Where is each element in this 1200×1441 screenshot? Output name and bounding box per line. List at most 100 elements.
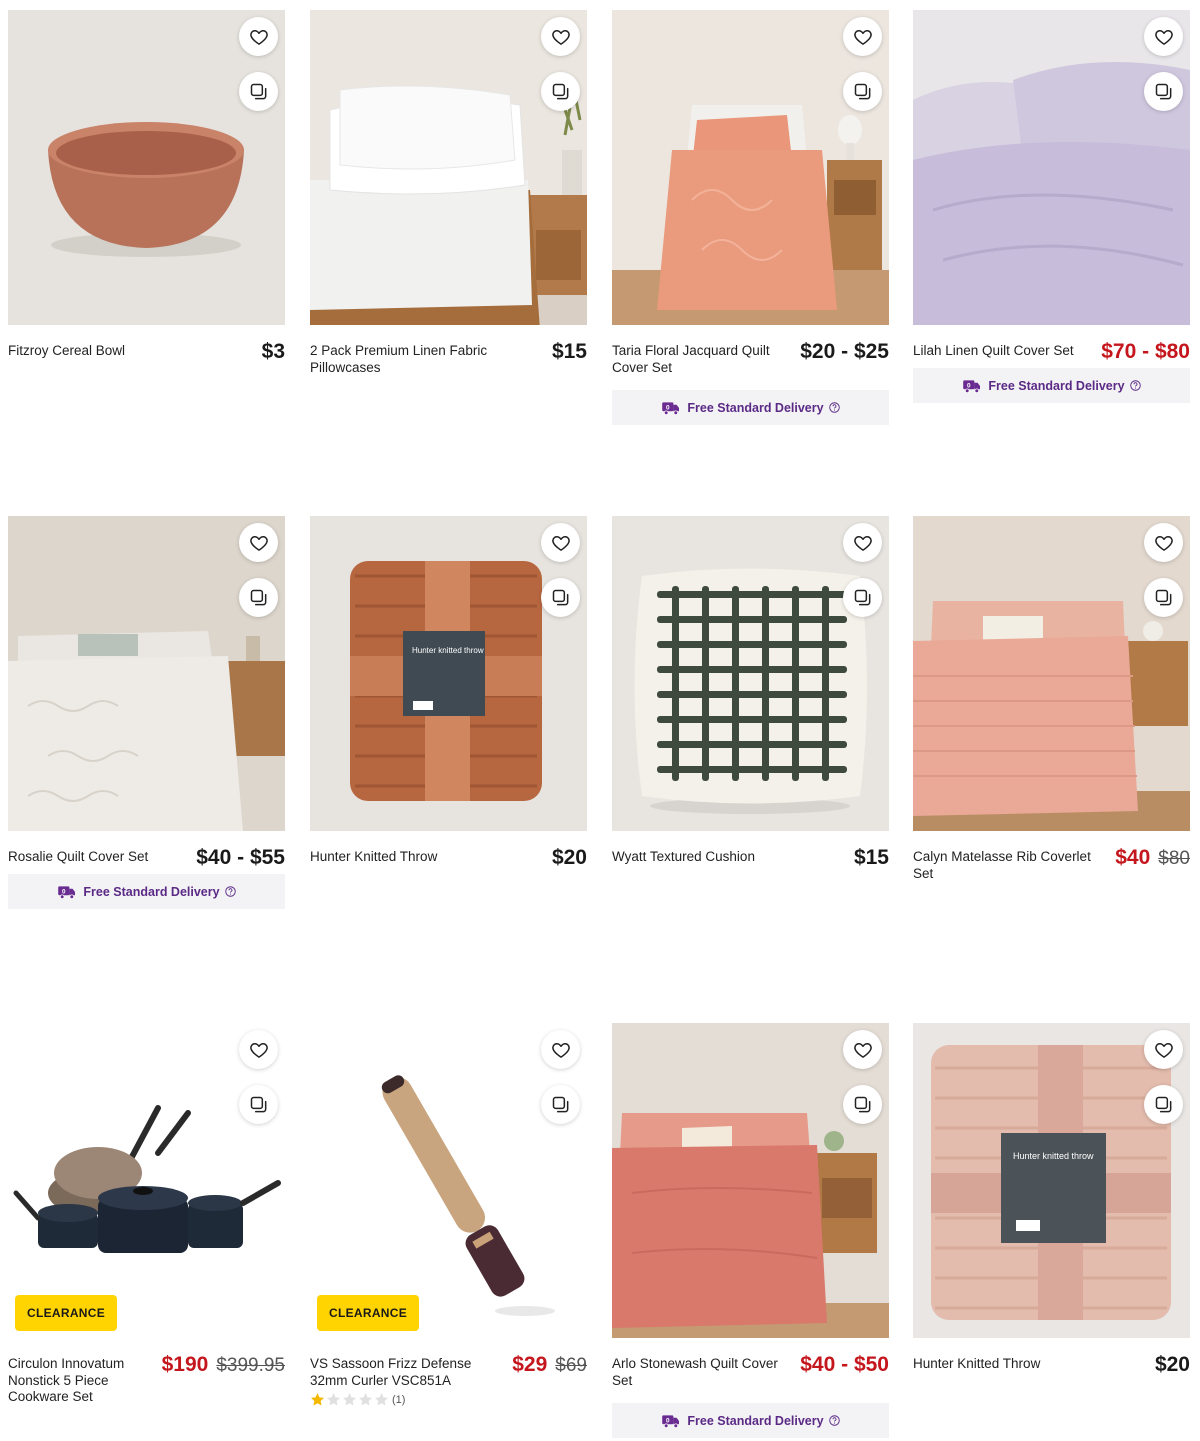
question-circle-icon[interactable] <box>1130 380 1141 391</box>
heart-icon <box>551 1040 571 1060</box>
pack-label: Hunter knitted throw <box>412 646 484 655</box>
product-name[interactable]: Circulon Innovatum Nonstick 5 Piece Cook… <box>8 1354 138 1406</box>
star-icon <box>374 1392 389 1407</box>
compare-button[interactable] <box>541 72 580 111</box>
question-circle-icon[interactable] <box>225 886 236 897</box>
heart-icon <box>1154 1040 1174 1060</box>
truck-icon <box>661 400 681 416</box>
heart-icon <box>551 27 571 47</box>
product-name[interactable]: Calyn Matelasse Rib Coverlet Set <box>913 847 1093 882</box>
wishlist-button[interactable] <box>239 523 278 562</box>
compare-icon <box>551 588 571 608</box>
product-name[interactable]: 2 Pack Premium Linen Fabric Pillowcases <box>310 341 500 376</box>
product-card[interactable]: Hunter knitted throw Hunter Knitted Thro… <box>913 1023 1190 1376</box>
compare-button[interactable] <box>541 578 580 617</box>
compare-button[interactable] <box>239 578 278 617</box>
heart-icon <box>1154 533 1174 553</box>
free-delivery-banner[interactable]: Free Standard Delivery <box>612 1403 889 1438</box>
compare-icon <box>551 1095 571 1115</box>
product-name[interactable]: VS Sassoon Frizz Defense 32mm Curler VSC… <box>310 1354 480 1389</box>
compare-button[interactable] <box>239 1085 278 1124</box>
product-image[interactable] <box>612 10 889 325</box>
product-image[interactable] <box>310 10 587 325</box>
heart-icon <box>853 27 873 47</box>
product-name[interactable]: Rosalie Quilt Cover Set <box>8 847 178 866</box>
compare-button[interactable] <box>1144 578 1183 617</box>
compare-button[interactable] <box>541 1085 580 1124</box>
product-card[interactable]: Rosalie Quilt Cover Set $40 - $55 Free S… <box>8 516 285 909</box>
product-image[interactable]: CLEARANCE <box>310 1023 587 1338</box>
delivery-label: Free Standard Delivery <box>83 884 220 899</box>
product-image[interactable] <box>8 10 285 325</box>
product-price: $20 <box>1154 1353 1190 1376</box>
wishlist-button[interactable] <box>1144 17 1183 56</box>
wishlist-button[interactable] <box>541 523 580 562</box>
question-circle-icon[interactable] <box>829 1415 840 1426</box>
product-name[interactable]: Arlo Stonewash Quilt Cover Set <box>612 1354 782 1389</box>
rating[interactable]: (1) <box>310 1392 587 1407</box>
question-circle-icon[interactable] <box>829 402 840 413</box>
compare-button[interactable] <box>843 578 882 617</box>
product-image[interactable]: Hunter knitted throw <box>913 1023 1190 1338</box>
product-name[interactable]: Hunter Knitted Throw <box>913 1354 1103 1373</box>
wishlist-button[interactable] <box>239 1030 278 1069</box>
product-image[interactable] <box>612 1023 889 1338</box>
product-card[interactable]: Hunter knitted throw Hunter Knitted Thro… <box>310 516 587 869</box>
coverlet-photo <box>913 516 1190 831</box>
product-name[interactable]: Lilah Linen Quilt Cover Set <box>913 341 1083 360</box>
product-card[interactable]: Calyn Matelasse Rib Coverlet Set $40 $80 <box>913 516 1190 882</box>
product-name[interactable]: Wyatt Textured Cushion <box>612 847 802 866</box>
product-card[interactable]: Lilah Linen Quilt Cover Set $70 - $80 Fr… <box>913 10 1190 403</box>
product-price: $70 - $80 <box>1101 340 1190 363</box>
wishlist-button[interactable] <box>541 17 580 56</box>
wishlist-button[interactable] <box>1144 1030 1183 1069</box>
product-image[interactable] <box>913 516 1190 831</box>
wishlist-button[interactable] <box>843 523 882 562</box>
product-image[interactable] <box>612 516 889 831</box>
linen-quilt-photo <box>913 10 1190 325</box>
compare-icon <box>249 1095 269 1115</box>
compare-button[interactable] <box>1144 1085 1183 1124</box>
star-icon <box>342 1392 357 1407</box>
compare-icon <box>853 82 873 102</box>
compare-icon <box>1154 588 1174 608</box>
compare-button[interactable] <box>1144 72 1183 111</box>
compare-icon <box>853 1095 873 1115</box>
free-delivery-banner[interactable]: Free Standard Delivery <box>8 874 285 909</box>
heart-icon <box>249 533 269 553</box>
product-image[interactable] <box>8 516 285 831</box>
clearance-badge: CLEARANCE <box>15 1295 118 1331</box>
product-image[interactable]: CLEARANCE <box>8 1023 285 1338</box>
compare-button[interactable] <box>239 72 278 111</box>
product-card[interactable]: Taria Floral Jacquard Quilt Cover Set $2… <box>612 10 889 425</box>
product-card[interactable]: Arlo Stonewash Quilt Cover Set $40 - $50… <box>612 1023 889 1438</box>
compare-icon <box>249 82 269 102</box>
free-delivery-banner[interactable]: Free Standard Delivery <box>913 368 1190 403</box>
curler-photo <box>310 1023 587 1338</box>
wishlist-button[interactable] <box>541 1030 580 1069</box>
product-card[interactable]: CLEARANCE Circulon Innovatum Nonstick 5 … <box>8 1023 285 1406</box>
product-name[interactable]: Taria Floral Jacquard Quilt Cover Set <box>612 341 782 376</box>
quilt-photo <box>612 10 889 325</box>
product-image[interactable]: Hunter knitted throw <box>310 516 587 831</box>
knitted-throw-pink-photo: Hunter knitted throw <box>913 1023 1190 1338</box>
heart-icon <box>853 533 873 553</box>
free-delivery-banner[interactable]: Free Standard Delivery <box>612 390 889 425</box>
wishlist-button[interactable] <box>843 17 882 56</box>
product-card[interactable]: Wyatt Textured Cushion $15 <box>612 516 889 869</box>
truck-icon <box>962 378 982 394</box>
product-image[interactable] <box>913 10 1190 325</box>
wishlist-button[interactable] <box>843 1030 882 1069</box>
wishlist-button[interactable] <box>1144 523 1183 562</box>
product-name[interactable]: Hunter Knitted Throw <box>310 847 500 866</box>
product-card[interactable]: Fitzroy Cereal Bowl $3 <box>8 10 285 363</box>
compare-icon <box>551 82 571 102</box>
star-icon <box>310 1392 325 1407</box>
product-name[interactable]: Fitzroy Cereal Bowl <box>8 341 198 360</box>
delivery-label: Free Standard Delivery <box>687 1413 824 1428</box>
wishlist-button[interactable] <box>239 17 278 56</box>
compare-button[interactable] <box>843 72 882 111</box>
product-card[interactable]: 2 Pack Premium Linen Fabric Pillowcases … <box>310 10 587 376</box>
compare-button[interactable] <box>843 1085 882 1124</box>
product-card[interactable]: CLEARANCE VS Sassoon Frizz Defense 32mm … <box>310 1023 587 1407</box>
